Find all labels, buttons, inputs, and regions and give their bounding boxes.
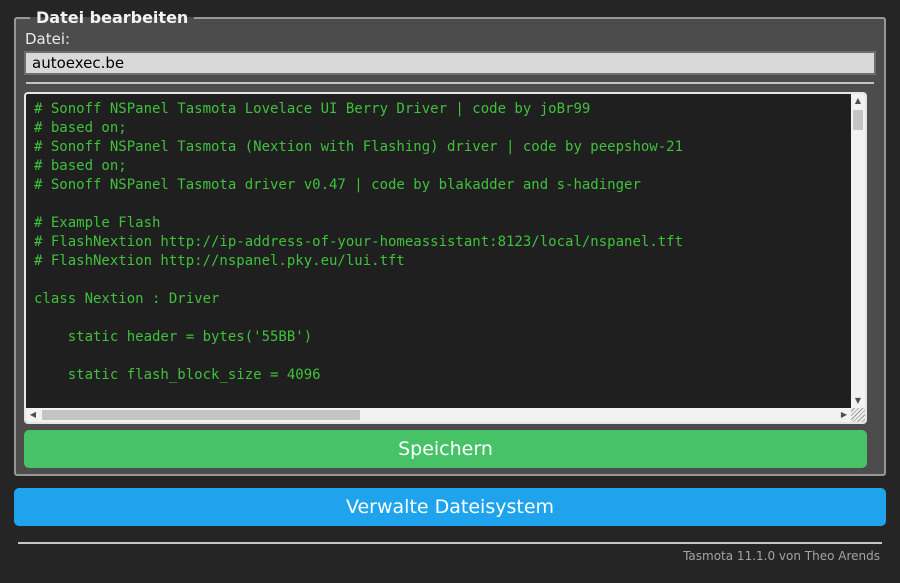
horizontal-scroll-thumb[interactable] <box>42 410 360 420</box>
file-editor-fieldset: Datei bearbeiten Datei: # Sonoff NSPanel… <box>14 9 886 476</box>
page-container: Datei bearbeiten Datei: # Sonoff NSPanel… <box>14 0 886 563</box>
save-button[interactable]: Speichern <box>24 430 867 468</box>
vertical-scrollbar[interactable]: ▲ ▼ <box>851 94 865 408</box>
divider <box>26 82 874 84</box>
resize-grip-icon[interactable] <box>851 408 865 422</box>
scroll-left-icon[interactable]: ◀ <box>26 408 40 422</box>
manage-filesystem-button[interactable]: Verwalte Dateisystem <box>14 488 886 526</box>
scroll-up-icon[interactable]: ▲ <box>851 94 865 108</box>
footer-text: Tasmota 11.1.0 von Theo Arends <box>683 549 880 563</box>
fieldset-legend: Datei bearbeiten <box>36 8 189 27</box>
vertical-scroll-thumb[interactable] <box>853 110 863 130</box>
scroll-right-icon[interactable]: ▶ <box>837 408 851 422</box>
filename-input[interactable] <box>24 51 876 75</box>
code-editor[interactable]: # Sonoff NSPanel Tasmota Lovelace UI Ber… <box>24 92 867 424</box>
file-label: Datei: <box>25 30 71 48</box>
horizontal-scrollbar[interactable]: ◀ ▶ <box>26 408 851 422</box>
scroll-down-icon[interactable]: ▼ <box>851 394 865 408</box>
footer: Tasmota 11.1.0 von Theo Arends <box>14 542 886 563</box>
code-content[interactable]: # Sonoff NSPanel Tasmota Lovelace UI Ber… <box>26 94 850 407</box>
